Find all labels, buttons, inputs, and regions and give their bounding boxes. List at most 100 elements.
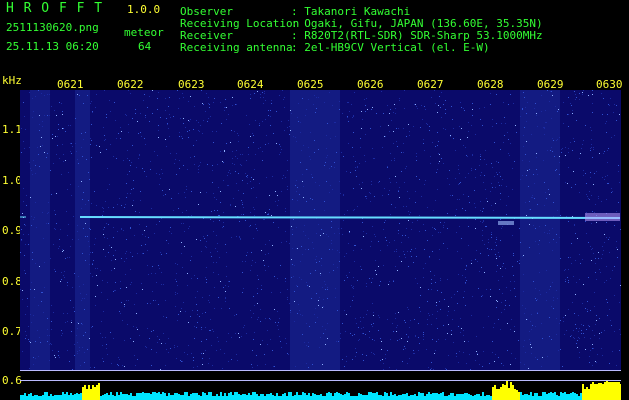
noise-pixel [437,169,438,170]
noise-pixel [526,141,527,142]
noise-pixel [459,351,460,352]
noise-pixel [519,260,520,261]
noise-pixel [604,234,605,235]
noise-pixel [315,322,316,323]
noise-pixel [363,333,364,334]
noise-pixel [234,315,235,316]
noise-pixel [423,224,424,225]
noise-pixel [480,253,481,254]
level-bar [20,395,22,400]
noise-pixel [350,333,351,334]
noise-pixel [133,188,134,189]
noise-pixel [498,252,499,253]
noise-pixel [177,346,178,347]
noise-pixel [390,214,391,215]
noise-pixel [36,227,37,228]
noise-pixel [593,184,594,185]
noise-pixel [39,266,40,267]
noise-pixel [416,176,417,177]
noise-pixel [440,222,441,223]
noise-pixel [482,240,483,241]
level-bar [94,387,96,400]
noise-pixel [287,186,288,187]
noise-pixel [353,188,354,189]
noise-pixel [193,367,194,368]
level-bar [346,392,348,400]
level-bar [284,393,286,400]
noise-pixel [254,169,255,170]
noise-pixel [456,232,457,233]
noise-pixel [256,197,257,198]
noise-pixel [560,349,561,350]
noise-pixel [324,201,325,202]
noise-pixel [468,173,469,174]
noise-pixel [179,160,180,161]
noise-pixel [466,363,467,364]
noise-pixel [236,104,237,105]
noise-pixel [174,347,175,348]
noise-pixel [496,300,497,301]
spectrogram-plot[interactable] [20,90,621,370]
noise-pixel [199,165,200,166]
noise-pixel [127,324,128,325]
level-bar [530,392,532,400]
noise-pixel [482,230,483,231]
noise-pixel [178,108,179,109]
noise-pixel [131,189,132,190]
noise-pixel [92,263,93,264]
noise-pixel [265,212,266,213]
level-bar [70,393,72,400]
noise-pixel [85,223,86,224]
noise-band [290,90,340,370]
noise-pixel [514,331,515,332]
noise-pixel [269,195,270,196]
noise-pixel [297,286,298,287]
noise-pixel [187,169,188,170]
noise-pixel [309,156,310,157]
noise-pixel [102,345,103,346]
noise-pixel [31,216,32,217]
noise-pixel [420,287,421,288]
noise-pixel [435,282,436,283]
noise-pixel [324,165,325,166]
noise-pixel [329,92,330,93]
noise-pixel [228,185,229,186]
noise-pixel [492,352,493,353]
noise-pixel [167,123,168,124]
noise-pixel [480,156,481,157]
noise-pixel [77,328,78,329]
noise-pixel [259,125,260,126]
level-bar [226,396,228,400]
noise-pixel [594,212,595,213]
noise-pixel [387,350,388,351]
noise-pixel [458,169,459,170]
noise-pixel [406,136,407,137]
noise-pixel [253,135,254,136]
noise-pixel [510,143,511,144]
noise-pixel [238,333,239,334]
noise-pixel [35,202,36,203]
noise-pixel [427,301,428,302]
level-bar [396,396,398,400]
noise-pixel [27,298,28,299]
noise-pixel [279,154,280,155]
noise-pixel [277,278,278,279]
noise-pixel [78,276,79,277]
noise-pixel [184,192,185,193]
level-bar [270,393,272,400]
noise-pixel [459,199,460,200]
noise-pixel [188,137,189,138]
noise-pixel [482,235,483,236]
noise-pixel [588,325,589,326]
noise-pixel [197,291,198,292]
noise-pixel [96,275,97,276]
noise-pixel [209,295,210,296]
y-tick-label: 0.9 [2,224,22,237]
noise-pixel [130,93,131,94]
noise-pixel [477,354,478,355]
level-bar [398,395,400,400]
noise-pixel [266,177,267,178]
noise-pixel [343,194,344,195]
noise-pixel [63,250,64,251]
noise-pixel [348,121,349,122]
